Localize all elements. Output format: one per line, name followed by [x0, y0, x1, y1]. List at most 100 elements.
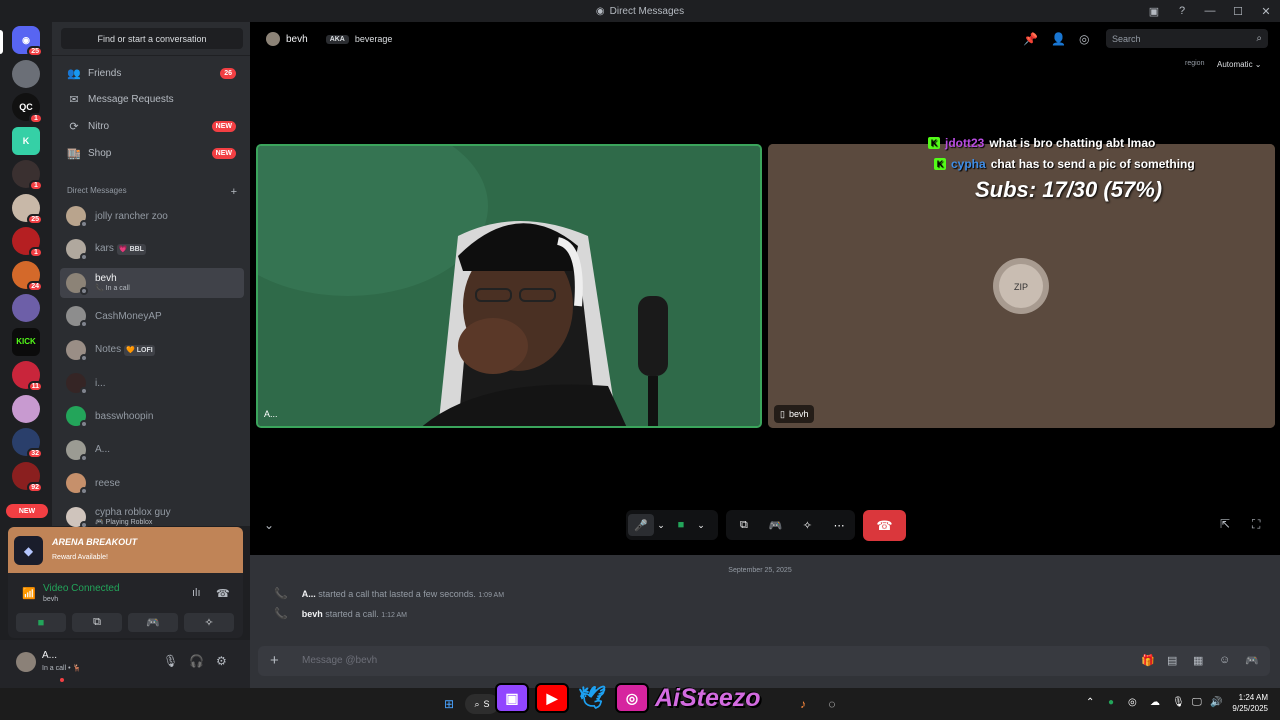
- dm-item[interactable]: i...: [60, 368, 244, 398]
- more-options-icon[interactable]: ⋯: [823, 514, 855, 536]
- nav-item-nitro[interactable]: ⟳ Nitro NEW: [60, 114, 244, 138]
- fl-studio-icon[interactable]: ♪: [795, 694, 811, 714]
- mic-camera-group: 🎤 ⌄ ■ ⌄: [626, 510, 718, 540]
- message-input[interactable]: Message @bevh: [302, 655, 377, 666]
- new-unreads-pill[interactable]: NEW: [6, 504, 48, 518]
- server-icon[interactable]: K: [12, 126, 40, 155]
- network-icon[interactable]: 🖵: [1192, 697, 1202, 708]
- server-icon[interactable]: 24: [12, 260, 43, 292]
- windows-start-icon[interactable]: ⊞: [440, 694, 458, 714]
- promo-title: ARENA BREAKOUT: [52, 537, 138, 547]
- microphone-button[interactable]: 🎤: [628, 514, 654, 536]
- tray-mic-icon[interactable]: 🎙: [1172, 697, 1185, 708]
- voice-status[interactable]: Video Connected: [43, 583, 120, 594]
- maximize-button[interactable]: ☐: [1224, 0, 1252, 22]
- server-icon[interactable]: ◉ 25: [12, 26, 43, 57]
- call-actions-group: ⧉ 🎮 ✧ ⋯: [726, 510, 855, 540]
- tray-overflow-icon[interactable]: ⌃: [1086, 697, 1094, 708]
- webcam-feed-image: [258, 146, 760, 426]
- mic-options-chevron-icon[interactable]: ⌄: [654, 514, 668, 536]
- fullscreen-icon[interactable]: ⛶: [1252, 517, 1260, 532]
- dm-item[interactable]: jolly rancher zoo: [60, 201, 244, 231]
- pin-icon[interactable]: 📌: [1023, 32, 1038, 46]
- camera-options-chevron-icon[interactable]: ⌄: [694, 514, 708, 536]
- minimize-button[interactable]: —: [1196, 0, 1224, 22]
- settings-gear-icon[interactable]: ⚙: [216, 654, 227, 668]
- message-author[interactable]: A...: [302, 589, 316, 599]
- server-icon[interactable]: 11: [12, 361, 43, 392]
- tray-status-icon[interactable]: ●: [1108, 697, 1114, 708]
- headphones-icon[interactable]: 🎧: [189, 654, 204, 668]
- server-icon[interactable]: [12, 294, 40, 322]
- server-icon[interactable]: 25: [12, 193, 43, 225]
- server-icon[interactable]: 92: [12, 461, 43, 493]
- apps-gamepad-icon[interactable]: 🎮: [1245, 654, 1259, 667]
- close-button[interactable]: ✕: [1252, 0, 1280, 22]
- tile-bevh-name: ▯ bevh: [774, 405, 815, 423]
- soundboard-button[interactable]: ✧: [184, 613, 234, 632]
- activity-gamepad-icon[interactable]: 🎮: [760, 514, 792, 536]
- screen-share-icon[interactable]: ⧉: [728, 514, 760, 536]
- dm-item[interactable]: kars 💗 BBL: [60, 234, 244, 264]
- microphone-icon[interactable]: 🎙: [163, 654, 178, 668]
- attach-plus-icon[interactable]: +: [270, 652, 279, 669]
- noise-suppression-icon[interactable]: ılı: [192, 587, 201, 599]
- tray-app-icon[interactable]: ◎: [1128, 697, 1137, 708]
- gift-icon[interactable]: 🎁: [1141, 654, 1155, 667]
- dm-item[interactable]: A...: [60, 435, 244, 465]
- status-dot: [80, 220, 88, 228]
- promo-banner[interactable]: ◆ ARENA BREAKOUT Reward Available!: [8, 527, 243, 573]
- server-icon[interactable]: [12, 59, 40, 88]
- search-placeholder: Search: [1112, 33, 1141, 44]
- video-tile-self[interactable]: A...: [256, 144, 762, 428]
- dm-item[interactable]: bevh 📞 In a call: [60, 267, 244, 298]
- overlay-chat-text: what is bro chatting abt lmao: [989, 135, 1156, 150]
- dm-name: cypha roblox guy: [95, 506, 171, 518]
- volume-icon[interactable]: 🔊: [1210, 697, 1222, 708]
- server-icon[interactable]: QC 1: [12, 93, 43, 124]
- server-icon[interactable]: 1: [12, 227, 43, 258]
- nav-item-message-requests[interactable]: ✉ Message Requests: [60, 88, 244, 112]
- message-composer[interactable]: + Message @bevh 🎁 ▤ ▦ ☺ 🎮: [258, 646, 1270, 676]
- emoji-icon[interactable]: ☺: [1219, 654, 1230, 666]
- taskbar-search[interactable]: ⌕ S: [465, 694, 499, 714]
- app-icon[interactable]: ◌: [824, 694, 840, 714]
- nav-item-friends[interactable]: 👥 Friends 26: [60, 61, 244, 85]
- user-avatar[interactable]: [16, 652, 66, 684]
- message-author[interactable]: bevh: [302, 609, 323, 619]
- dm-header-label: Direct Messages: [67, 186, 127, 195]
- sticker-icon[interactable]: ▦: [1193, 654, 1203, 667]
- onedrive-icon[interactable]: ☁: [1150, 697, 1160, 708]
- dm-item[interactable]: reese: [60, 468, 244, 498]
- create-dm-plus-icon[interactable]: +: [231, 186, 237, 198]
- pop-out-icon[interactable]: ⇱: [1220, 517, 1230, 531]
- activities-button[interactable]: 🎮: [128, 613, 178, 632]
- inbox-icon[interactable]: ▣: [1140, 0, 1168, 22]
- server-icon[interactable]: KICK: [12, 327, 40, 356]
- dm-avatar: [66, 339, 88, 362]
- nav-item-shop[interactable]: 🏬 Shop NEW: [60, 141, 244, 165]
- soundboard-icon[interactable]: ✧: [792, 514, 824, 536]
- user-name[interactable]: A...: [42, 650, 57, 661]
- disconnect-icon[interactable]: ☎: [216, 587, 230, 600]
- dm-item[interactable]: Notes 🧡 LOFI: [60, 335, 244, 365]
- find-conversation-button[interactable]: Find or start a conversation: [61, 28, 243, 49]
- region-select[interactable]: Automatic ⌄: [1217, 60, 1262, 69]
- dm-item[interactable]: CashMoneyAP: [60, 301, 244, 331]
- help-icon[interactable]: ?: [1168, 0, 1196, 22]
- gif-icon[interactable]: ▤: [1167, 654, 1177, 667]
- screen-share-button[interactable]: ⧉: [72, 613, 122, 632]
- dm-item[interactable]: basswhoopin: [60, 401, 244, 431]
- user-profile-icon[interactable]: ◎: [1079, 32, 1089, 46]
- server-icon[interactable]: 1: [12, 160, 43, 191]
- signal-icon[interactable]: 📶: [22, 587, 36, 600]
- server-icon[interactable]: [12, 394, 40, 423]
- hang-up-button[interactable]: ☎: [863, 510, 906, 541]
- search-input[interactable]: Search ⌕: [1106, 29, 1268, 48]
- collapse-chevron-icon[interactable]: ⌄: [264, 518, 274, 532]
- camera-toggle-button[interactable]: ■: [668, 514, 694, 536]
- camera-button[interactable]: ■: [16, 613, 66, 632]
- server-icon[interactable]: 32: [12, 428, 43, 459]
- add-friends-icon[interactable]: 👤: [1051, 32, 1066, 46]
- clock[interactable]: 1:24 AM 9/25/2025: [1232, 692, 1268, 714]
